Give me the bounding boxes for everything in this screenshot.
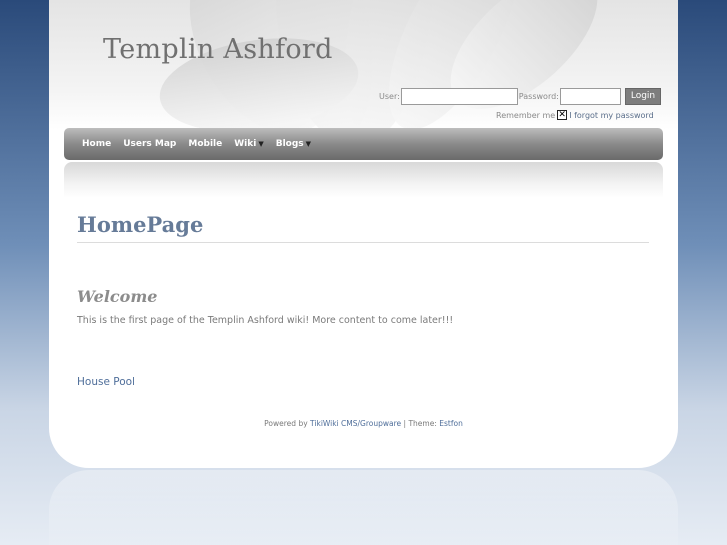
tikiwiki-link[interactable]: TikiWiki CMS/Groupware (310, 419, 401, 428)
password-input[interactable] (559, 87, 621, 105)
nav-item-label: Wiki (234, 139, 257, 149)
intro-text: This is the first page of the Templin As… (77, 315, 454, 326)
page-container: Templin Ashford User: Password: Login Re… (49, 0, 678, 468)
heading-divider (77, 242, 649, 243)
login-form: User: Password: Login (379, 87, 662, 105)
nav-item-label: Users Map (123, 139, 177, 149)
footer: Powered by TikiWiki CMS/Groupware | Them… (49, 419, 678, 428)
theme-link[interactable]: Estfon (439, 419, 463, 428)
welcome-heading: Welcome (77, 287, 158, 306)
page-reflection (49, 470, 678, 545)
nav-item-wiki[interactable]: Wiki ▼ (234, 139, 263, 149)
login-button[interactable]: Login (624, 87, 662, 105)
user-label: User: (379, 91, 400, 101)
password-label: Password: (518, 91, 559, 101)
main-nav: Home Users Map Mobile Wiki ▼ Blogs ▼ (64, 128, 663, 160)
nav-item-users-map[interactable]: Users Map (123, 139, 176, 149)
site-title: Templin Ashford (103, 34, 333, 65)
nav-item-home[interactable]: Home (82, 139, 111, 149)
powered-by-text: Powered by (264, 419, 308, 428)
sub-navbar (64, 162, 663, 198)
nav-item-label: Mobile (188, 139, 223, 149)
remember-checkbox[interactable]: ✕ (557, 110, 568, 120)
theme-label: Theme: (408, 419, 437, 428)
forgot-password-link[interactable]: I forgot my password (569, 111, 653, 120)
username-input[interactable] (400, 87, 518, 105)
caret-down-icon: ▼ (258, 140, 264, 148)
nav-item-blogs[interactable]: Blogs ▼ (276, 139, 311, 149)
nav-item-mobile[interactable]: Mobile (188, 139, 222, 149)
nav-item-label: Blogs (275, 139, 304, 149)
page-title: HomePage (77, 212, 204, 237)
house-pool-link[interactable]: House Pool (77, 376, 135, 388)
caret-down-icon: ▼ (305, 140, 312, 148)
remember-row: Remember me ✕ I forgot my password (496, 110, 654, 120)
nav-item-label: Home (82, 139, 112, 149)
remember-label: Remember me (496, 110, 556, 120)
